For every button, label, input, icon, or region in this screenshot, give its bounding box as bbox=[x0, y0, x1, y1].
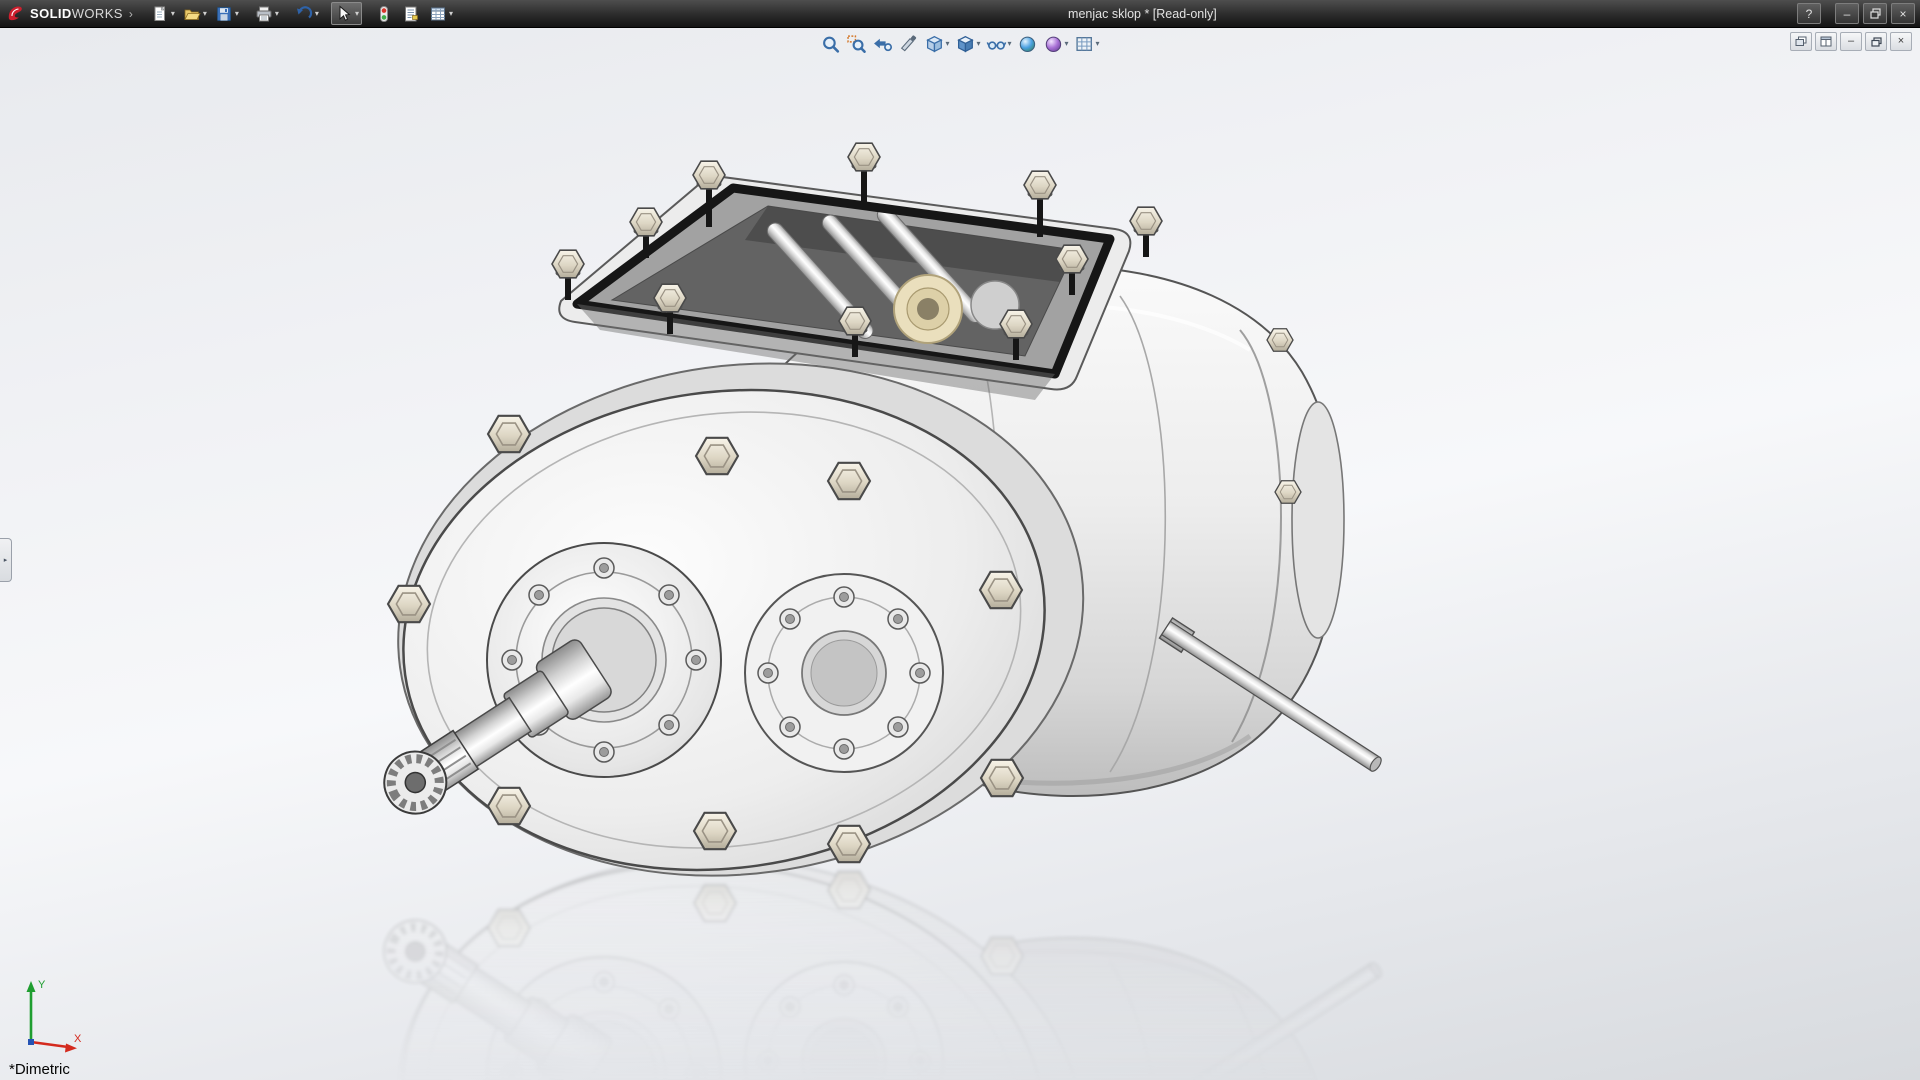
window-controls: ? – × bbox=[1797, 3, 1915, 24]
chevron-down-icon: ▾ bbox=[976, 39, 981, 48]
previous-view-icon bbox=[874, 38, 893, 52]
cascade-windows-icon bbox=[1795, 36, 1807, 46]
open-folder-icon bbox=[184, 9, 201, 20]
options-button[interactable]: ▾ bbox=[425, 2, 456, 25]
restore-document-icon bbox=[1870, 36, 1882, 47]
undo-button[interactable]: ▾ bbox=[291, 2, 322, 25]
restore-button[interactable] bbox=[1863, 3, 1887, 24]
main-toolbar: ▾ ▾ ▾ ▾ ▾ ▾ ▾ bbox=[147, 2, 456, 25]
triad-x-label: X bbox=[74, 1033, 82, 1045]
heads-up-view-toolbar: ▾ ▾ ▾ ▾ ▾ bbox=[818, 33, 1101, 55]
view-orientation-label: *Dimetric bbox=[9, 1061, 70, 1078]
brand-solid: SOLID bbox=[30, 6, 72, 21]
save-icon bbox=[216, 6, 231, 21]
display-style-button[interactable]: ▾ bbox=[953, 33, 982, 55]
display-style-icon bbox=[957, 35, 974, 53]
zoom-to-area-icon bbox=[847, 35, 866, 53]
chevron-down-icon: ▾ bbox=[234, 8, 239, 18]
select-cursor-icon bbox=[339, 4, 351, 21]
featuremanager-collapsed-tab[interactable]: ▸ bbox=[0, 538, 12, 582]
file-properties-icon bbox=[404, 6, 418, 21]
apply-scene-ball-icon bbox=[1045, 36, 1062, 53]
restore-icon bbox=[1869, 8, 1881, 19]
save-button[interactable]: ▾ bbox=[211, 2, 242, 25]
undo-icon bbox=[296, 5, 313, 18]
minimize-document-button[interactable]: – bbox=[1840, 32, 1862, 51]
previous-view-button[interactable] bbox=[870, 33, 894, 55]
titlebar: SOLIDWORKS › ▾ ▾ ▾ ▾ ▾ ▾ ▾ menjac sklop … bbox=[0, 0, 1920, 28]
cascade-windows-button[interactable] bbox=[1790, 32, 1812, 51]
view-settings-button[interactable]: ▾ bbox=[1073, 33, 1102, 55]
close-document-button[interactable]: × bbox=[1890, 32, 1912, 51]
open-button[interactable]: ▾ bbox=[179, 2, 210, 25]
menu-expand-arrow-icon[interactable]: › bbox=[129, 7, 133, 21]
new-document-button[interactable]: ▾ bbox=[147, 2, 178, 25]
tile-windows-button[interactable] bbox=[1815, 32, 1837, 51]
options-table-icon bbox=[430, 7, 445, 20]
minimize-button[interactable]: – bbox=[1835, 3, 1859, 24]
rebuild-traffic-light-icon bbox=[379, 5, 388, 22]
panel-expand-arrow-icon: ▸ bbox=[3, 557, 8, 564]
chevron-down-icon: ▾ bbox=[170, 8, 175, 18]
chevron-down-icon: ▾ bbox=[314, 8, 319, 18]
3d-model-canvas[interactable] bbox=[0, 0, 1920, 1080]
file-properties-button[interactable] bbox=[398, 2, 424, 25]
chevron-down-icon: ▾ bbox=[274, 8, 279, 18]
section-view-icon bbox=[900, 35, 917, 52]
zoom-to-fit-button[interactable] bbox=[818, 33, 842, 55]
solidworks-window: SOLIDWORKS › ▾ ▾ ▾ ▾ ▾ ▾ ▾ menjac sklop … bbox=[0, 0, 1920, 1080]
view-orientation-cube-icon bbox=[926, 35, 943, 53]
gearbox-assembly-model[interactable] bbox=[361, 143, 1386, 919]
brand-works: WORKS bbox=[71, 6, 123, 21]
chevron-down-icon: ▾ bbox=[1064, 39, 1069, 48]
section-view-button[interactable] bbox=[896, 33, 920, 55]
view-settings-icon bbox=[1076, 37, 1093, 51]
close-button[interactable]: × bbox=[1891, 3, 1915, 24]
edit-appearance-button[interactable] bbox=[1016, 33, 1040, 55]
chevron-down-icon: ▾ bbox=[202, 8, 207, 18]
reference-triad: Y X bbox=[26, 979, 82, 1053]
edit-appearance-ball-icon bbox=[1019, 36, 1036, 53]
view-orientation-button[interactable]: ▾ bbox=[922, 33, 951, 55]
print-icon bbox=[256, 6, 272, 21]
restore-document-button[interactable] bbox=[1865, 32, 1887, 51]
zoom-to-fit-icon bbox=[823, 36, 840, 53]
chevron-down-icon: ▾ bbox=[945, 39, 950, 48]
window-title: menjac sklop * [Read-only] bbox=[1068, 6, 1217, 21]
zoom-to-area-button[interactable] bbox=[844, 33, 868, 55]
help-button[interactable]: ? bbox=[1797, 3, 1821, 24]
solidworks-brand: SOLIDWORKS bbox=[0, 4, 127, 23]
chevron-down-icon: ▾ bbox=[354, 8, 359, 18]
document-window-controls: – × bbox=[1790, 32, 1912, 51]
chevron-down-icon: ▾ bbox=[1007, 39, 1012, 48]
hide-show-items-button[interactable]: ▾ bbox=[984, 33, 1013, 55]
chevron-down-icon: ▾ bbox=[448, 8, 453, 18]
hide-show-items-glasses-icon bbox=[986, 41, 1007, 50]
tile-windows-icon bbox=[1820, 36, 1832, 47]
solidworks-logo-icon bbox=[8, 6, 22, 21]
brand-name: SOLIDWORKS bbox=[30, 6, 123, 21]
rebuild-button[interactable] bbox=[371, 2, 397, 25]
select-tool-button[interactable]: ▾ bbox=[330, 2, 362, 25]
chevron-down-icon: ▾ bbox=[1095, 39, 1100, 48]
apply-scene-button[interactable]: ▾ bbox=[1042, 33, 1071, 55]
triad-y-label: Y bbox=[38, 979, 46, 991]
model-reflection bbox=[361, 815, 1386, 1080]
print-button[interactable]: ▾ bbox=[251, 2, 282, 25]
new-document-icon bbox=[154, 5, 166, 21]
